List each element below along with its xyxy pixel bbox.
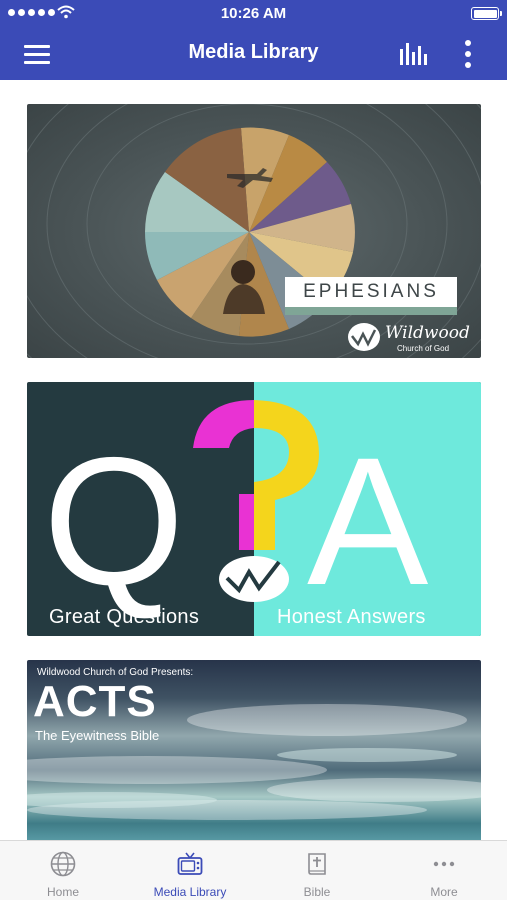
- tab-label: Bible: [303, 885, 331, 899]
- wildwood-logo-icon: [348, 323, 380, 351]
- nav-bar: Media Library: [0, 28, 507, 80]
- qa-left-caption: Great Questions: [49, 606, 200, 628]
- tab-media-library[interactable]: Media Library: [127, 841, 253, 900]
- status-bar: 10:26 AM: [0, 0, 507, 28]
- tab-bar: Home Media Library Bible More: [0, 840, 507, 900]
- media-item-qa[interactable]: Q A Great Questions Honest Answers: [27, 382, 481, 636]
- big-q-letter: Q: [43, 419, 185, 623]
- wildwood-logo-subtext: Church of God: [397, 344, 450, 353]
- qa-right-caption: Honest Answers: [277, 606, 426, 628]
- title-underline: [285, 307, 457, 315]
- tab-home[interactable]: Home: [0, 841, 126, 900]
- media-list: EPHESIANS Wildwood Church of God Q A Gre…: [0, 80, 507, 840]
- battery-icon: [471, 7, 502, 20]
- series-title: EPHESIANS: [285, 277, 457, 307]
- tab-label: More: [430, 885, 458, 899]
- wildwood-logo-text: Wildwood: [385, 323, 470, 343]
- bible-icon: [308, 853, 326, 875]
- globe-icon: [50, 851, 76, 877]
- bars-icon[interactable]: [396, 40, 432, 68]
- more-horizontal-icon: [433, 861, 455, 867]
- ephesians-artwork: [27, 104, 481, 358]
- status-time: 10:26 AM: [220, 5, 287, 22]
- media-item-ephesians[interactable]: EPHESIANS Wildwood Church of God: [27, 104, 481, 358]
- tab-bible[interactable]: Bible: [254, 841, 380, 900]
- media-item-acts[interactable]: Wildwood Church of God Presents: ACTS Th…: [27, 660, 481, 840]
- more-vertical-icon[interactable]: [455, 38, 481, 70]
- big-a-letter: A: [307, 419, 429, 623]
- series-title: ACTS: [33, 677, 157, 726]
- tab-more[interactable]: More: [381, 841, 507, 900]
- series-subtitle: The Eyewitness Bible: [35, 728, 160, 743]
- tab-label: Media Library: [153, 885, 227, 899]
- wildwood-logo-icon: [219, 556, 289, 602]
- tv-icon: [177, 852, 203, 875]
- tab-label: Home: [46, 885, 79, 899]
